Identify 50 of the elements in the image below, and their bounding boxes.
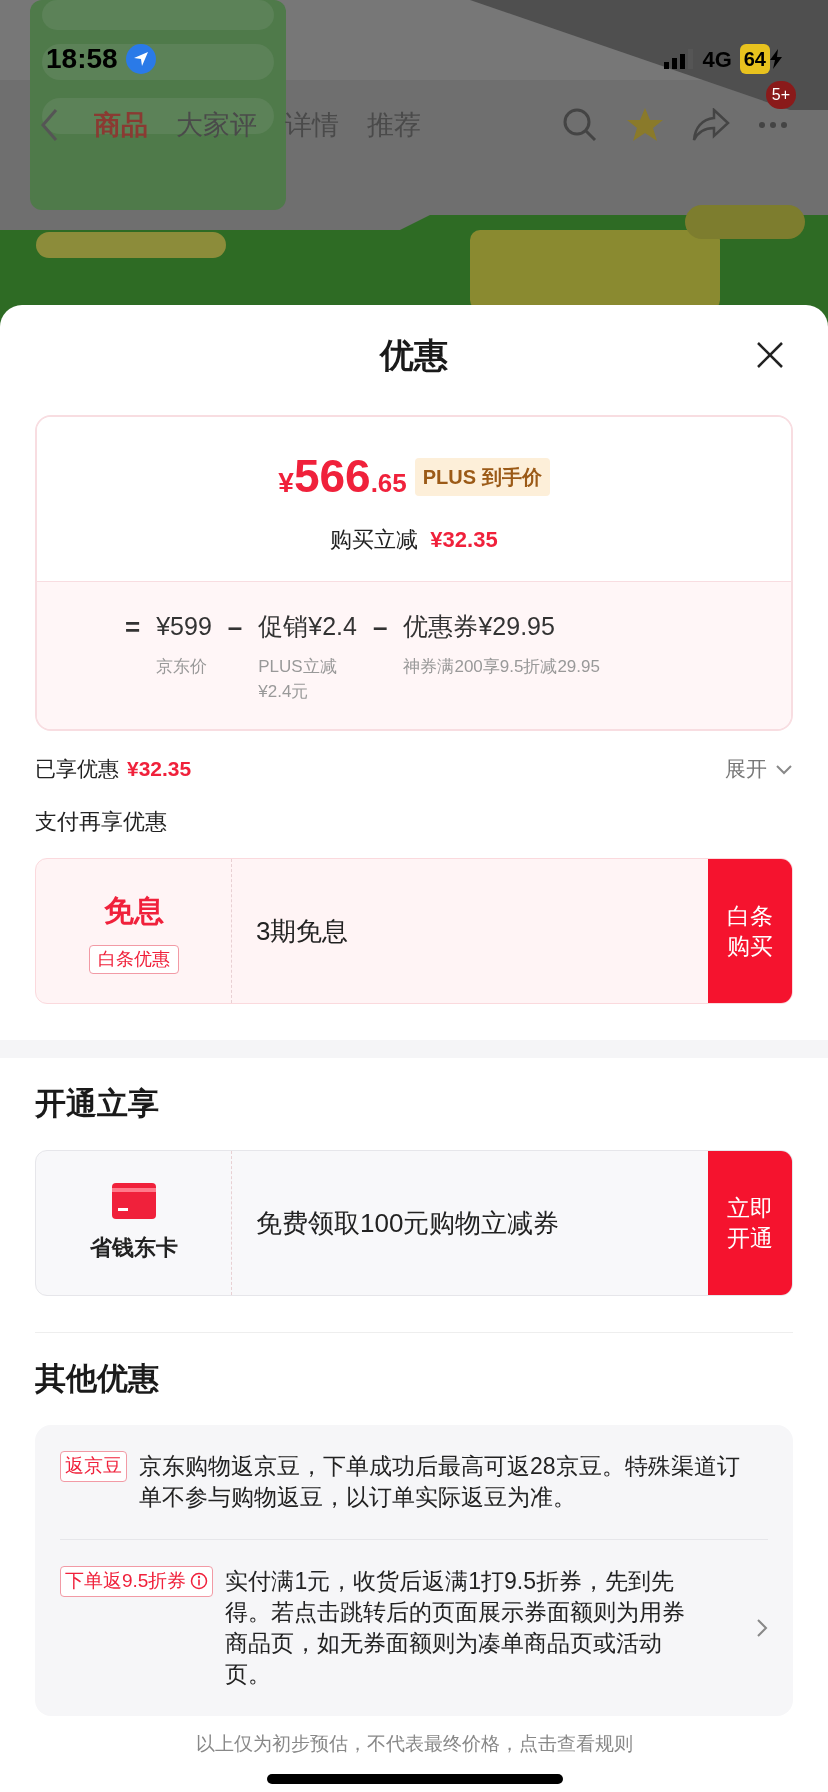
offer-button[interactable]: 白条购买 [708,859,792,1003]
price-note: 京东价 [156,655,209,678]
back-icon[interactable] [40,107,60,143]
offer-tag: 返京豆 [60,1451,127,1482]
reduce-label: 购买立减 [330,526,419,554]
footer-note: 以上仅为初步预估，不代表最终价格，点击查看规则 [195,1733,633,1754]
section-label: 支付再享优惠 [35,809,167,834]
share-icon[interactable] [692,108,730,142]
offer-tag: 白条优惠 [88,945,179,974]
expand-toggle[interactable]: 展开 [725,753,793,785]
close-icon[interactable] [756,341,784,369]
more-icon[interactable] [758,121,788,129]
price-note: ¥2.4元 [258,681,310,703]
location-icon [125,44,156,74]
network-label: 4G [702,45,732,74]
plus-price-tag: PLUS 到手价 [414,457,550,496]
star-icon[interactable] [626,107,664,143]
reduce-amount: ¥32.35 [430,526,498,554]
info-icon[interactable] [190,1572,209,1591]
price-note: 神券满200享9.5折减29.95 [403,655,600,678]
offer-description: 京东购物返京豆，下单成功后最高可返28京豆。特殊渠道订单不参与购物返豆，以订单实际返豆为准。 [139,1452,741,1512]
minus-sign: – [372,611,388,644]
chevron-down-icon [775,763,793,775]
offer-tag: 下单返9.5折券 [60,1566,214,1597]
status-time: 18:58 [46,42,118,76]
price-note: PLUS立减 [258,655,338,678]
section-title: 开通立享 [35,1084,159,1123]
battery-level: 64 [739,44,770,74]
offer-description: 实付满1元，收货后返满1打9.5折券，先到先得。若点击跳转后的页面展示券面额则为用券商品页，如无券面额则为凑单商品页或活动页。 [225,1567,687,1689]
price-component: ¥599 [156,611,212,642]
nav-tab[interactable]: 大家评 [176,104,257,146]
signal-icon [664,49,695,69]
offer-description: 3期免息 [256,914,349,948]
chevron-right-icon[interactable] [756,1618,768,1638]
card-icon [111,1182,156,1219]
offer-title: 免息 [103,893,164,929]
minus-sign: – [227,611,243,644]
price-component: 促销¥2.4 [258,611,357,642]
nav-tab[interactable]: 商品 [94,104,148,146]
enjoyed-amount: ¥32.35 [127,756,192,783]
sheet-title: 优惠 [380,334,448,376]
search-icon[interactable] [562,107,598,143]
section-title: 其他优惠 [35,1359,159,1398]
offer-name: 省钱东卡 [89,1233,178,1262]
final-price: ¥566.65 [278,449,407,504]
offer-description: 免费领取100元购物立减券 [256,1206,560,1240]
equals-sign: = [125,611,141,644]
enjoyed-label: 已享优惠 [35,756,119,783]
offer-button[interactable]: 立即开通 [708,1151,792,1295]
price-component: 优惠券¥29.95 [403,611,556,642]
